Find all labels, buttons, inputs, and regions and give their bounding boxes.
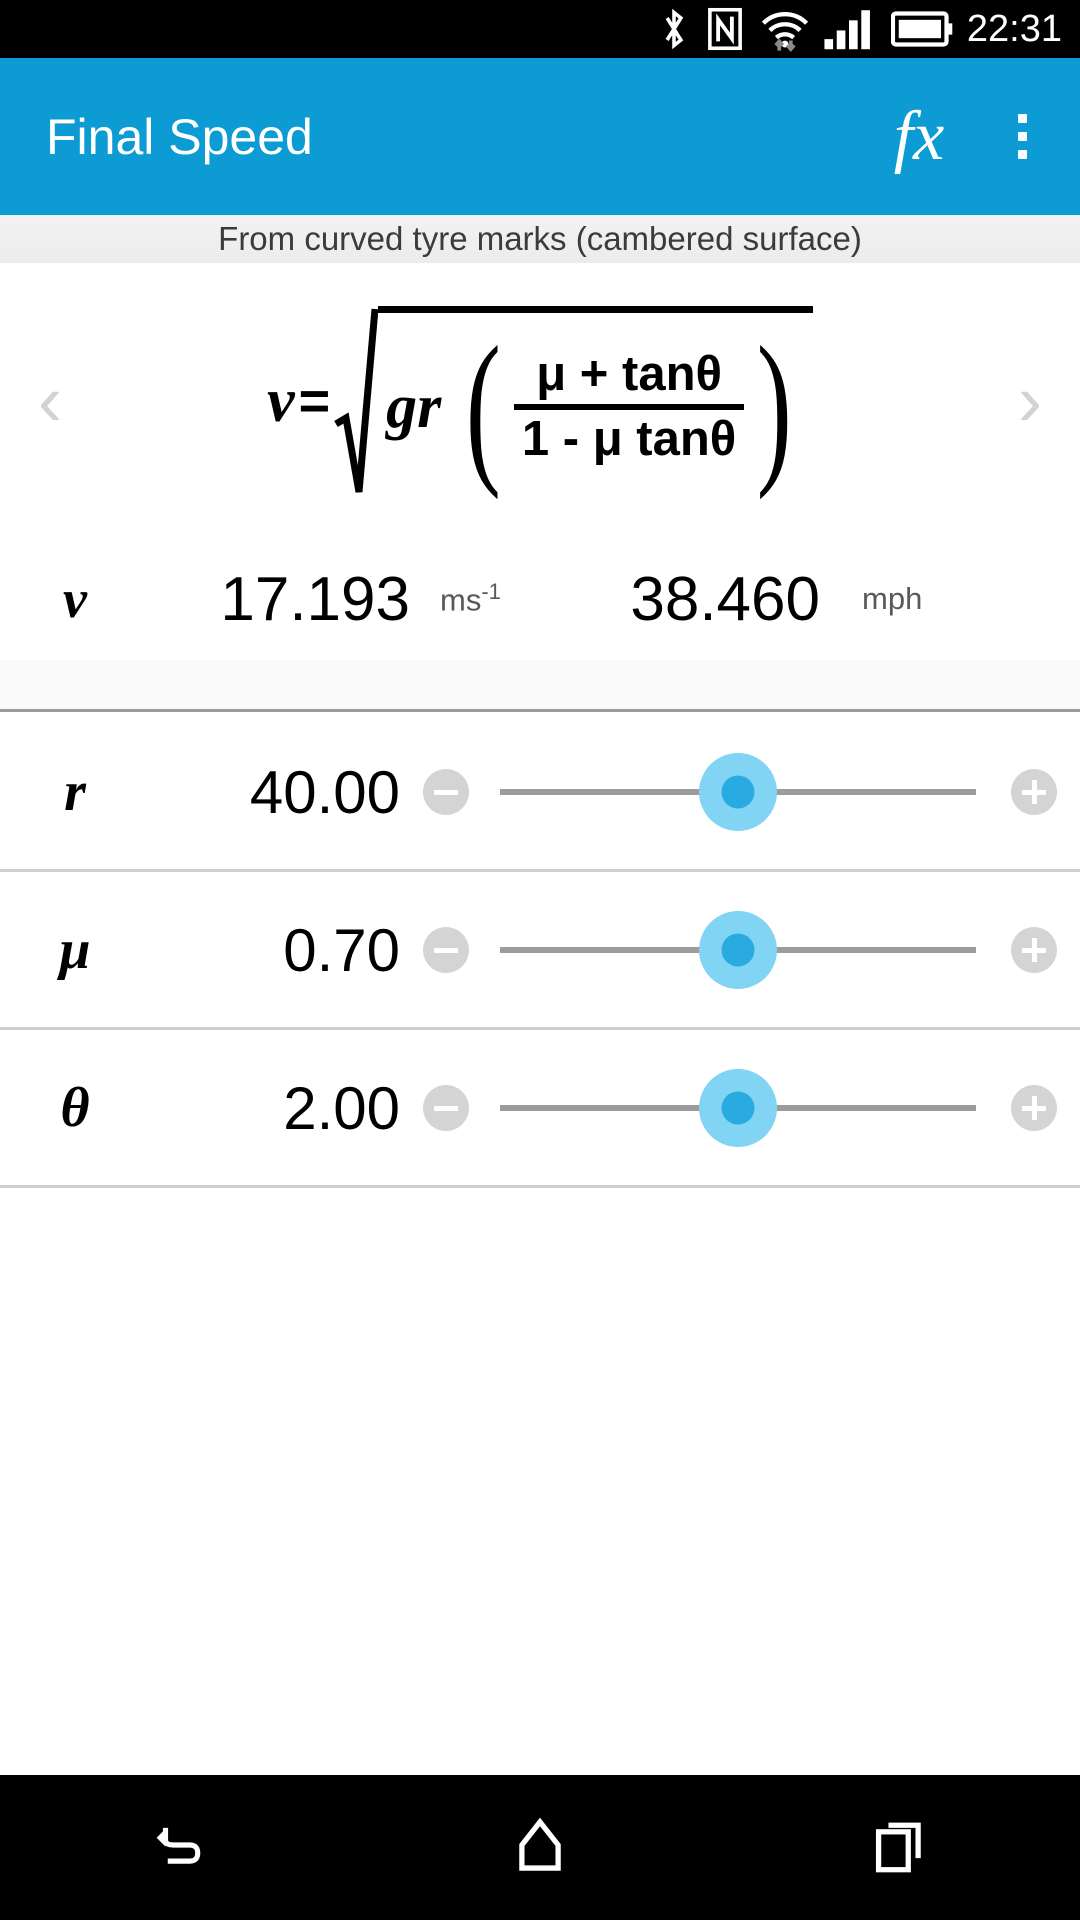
bluetooth-icon: [657, 7, 691, 51]
slider-thumb[interactable]: [721, 1091, 755, 1125]
app-bar: Final Speed fx: [0, 58, 1080, 215]
input-value[interactable]: 0.70: [150, 916, 400, 985]
overflow-dot-icon: [1017, 150, 1027, 159]
square-root-icon: [334, 306, 379, 496]
minus-icon: [423, 927, 469, 973]
cellular-signal-icon: [823, 7, 875, 51]
home-icon: [514, 1817, 566, 1878]
recents-button[interactable]: [800, 1775, 1000, 1920]
back-icon: [151, 1816, 209, 1879]
input-value[interactable]: 40.00: [150, 758, 400, 827]
fraction-numerator: μ + tanθ: [536, 347, 723, 402]
home-button[interactable]: [440, 1775, 640, 1920]
decrement-button[interactable]: [400, 769, 492, 815]
slider-thumb[interactable]: [721, 775, 755, 809]
increment-button[interactable]: [988, 927, 1080, 973]
result-value-si: 17.193: [220, 564, 410, 634]
formula-description: From curved tyre marks (cambered surface…: [218, 220, 862, 257]
status-bar: 22:31: [0, 0, 1080, 58]
overflow-dot-icon: [1017, 132, 1027, 141]
result-unit-si-exponent: -1: [481, 579, 501, 605]
slider[interactable]: [492, 1030, 984, 1187]
equation-lhs: v: [267, 366, 295, 435]
result-value-imperial: 38.460: [630, 564, 820, 634]
equation: v = gr ( μ + tanθ 1 - μ tanθ): [267, 305, 813, 501]
formula-description-band: From curved tyre marks (cambered surface…: [0, 215, 1080, 263]
result-unit-imperial: mph: [862, 581, 923, 616]
page-title: Final Speed: [46, 108, 313, 165]
input-symbol: r: [64, 761, 86, 823]
decrement-button[interactable]: [400, 927, 492, 973]
input-value[interactable]: 2.00: [150, 1074, 400, 1143]
fx-icon: fx: [893, 97, 945, 175]
minus-icon: [423, 769, 469, 815]
formula-fx-button[interactable]: fx: [864, 82, 974, 192]
result-symbol: v: [63, 569, 87, 629]
formula-display[interactable]: v = gr ( μ + tanθ 1 - μ tanθ): [100, 305, 980, 501]
overflow-menu-button[interactable]: [974, 82, 1070, 192]
plus-icon: [1011, 927, 1057, 973]
plus-icon: [1011, 1085, 1057, 1131]
slider[interactable]: [492, 872, 984, 1029]
result-row: v 17.193 ms-1 38.460 mph: [0, 538, 1080, 660]
increment-button[interactable]: [988, 1085, 1080, 1131]
radicand: gr ( μ + tanθ 1 - μ tanθ ): [378, 305, 813, 501]
app-screen: 22:31 Final Speed fx From curved tyre ma…: [0, 0, 1080, 1920]
fraction: μ + tanθ 1 - μ tanθ: [513, 347, 745, 467]
equation-equals: =: [298, 370, 331, 431]
result-row-divider: [0, 660, 1080, 712]
fraction-bar: [513, 404, 745, 410]
radicand-prefix: gr: [386, 373, 442, 441]
increment-button[interactable]: [988, 769, 1080, 815]
back-button[interactable]: [80, 1775, 280, 1920]
plus-icon: [1011, 769, 1057, 815]
slider-thumb[interactable]: [721, 933, 755, 967]
input-symbol: μ: [59, 919, 91, 981]
input-row-theta[interactable]: θ 2.00: [0, 1031, 1080, 1188]
overflow-dot-icon: [1017, 114, 1027, 123]
formula-area: ‹ v = gr ( μ + tanθ 1 - μ tanθ) ›: [0, 263, 1080, 538]
status-bar-clock: 22:31: [966, 8, 1062, 50]
recents-icon: [873, 1817, 927, 1878]
paren-close: ): [757, 312, 793, 501]
previous-formula-button[interactable]: ‹: [0, 341, 100, 461]
square-root-group: gr ( μ + tanθ 1 - μ tanθ ): [334, 305, 813, 501]
system-navigation-bar: [0, 1775, 1080, 1920]
input-symbol: θ: [60, 1077, 90, 1139]
nfc-icon: [707, 7, 743, 51]
fraction-denominator: 1 - μ tanθ: [521, 412, 737, 466]
minus-icon: [423, 1085, 469, 1131]
next-formula-button[interactable]: ›: [980, 341, 1080, 461]
result-unit-si-base: ms: [440, 582, 482, 618]
battery-icon: [890, 7, 953, 51]
wifi-icon: [759, 7, 811, 52]
input-row-r[interactable]: r 40.00: [0, 715, 1080, 872]
paren-open: (: [466, 312, 502, 501]
slider[interactable]: [492, 714, 984, 871]
decrement-button[interactable]: [400, 1085, 492, 1131]
input-row-mu[interactable]: μ 0.70: [0, 873, 1080, 1030]
result-unit-si: ms-1: [410, 579, 580, 618]
